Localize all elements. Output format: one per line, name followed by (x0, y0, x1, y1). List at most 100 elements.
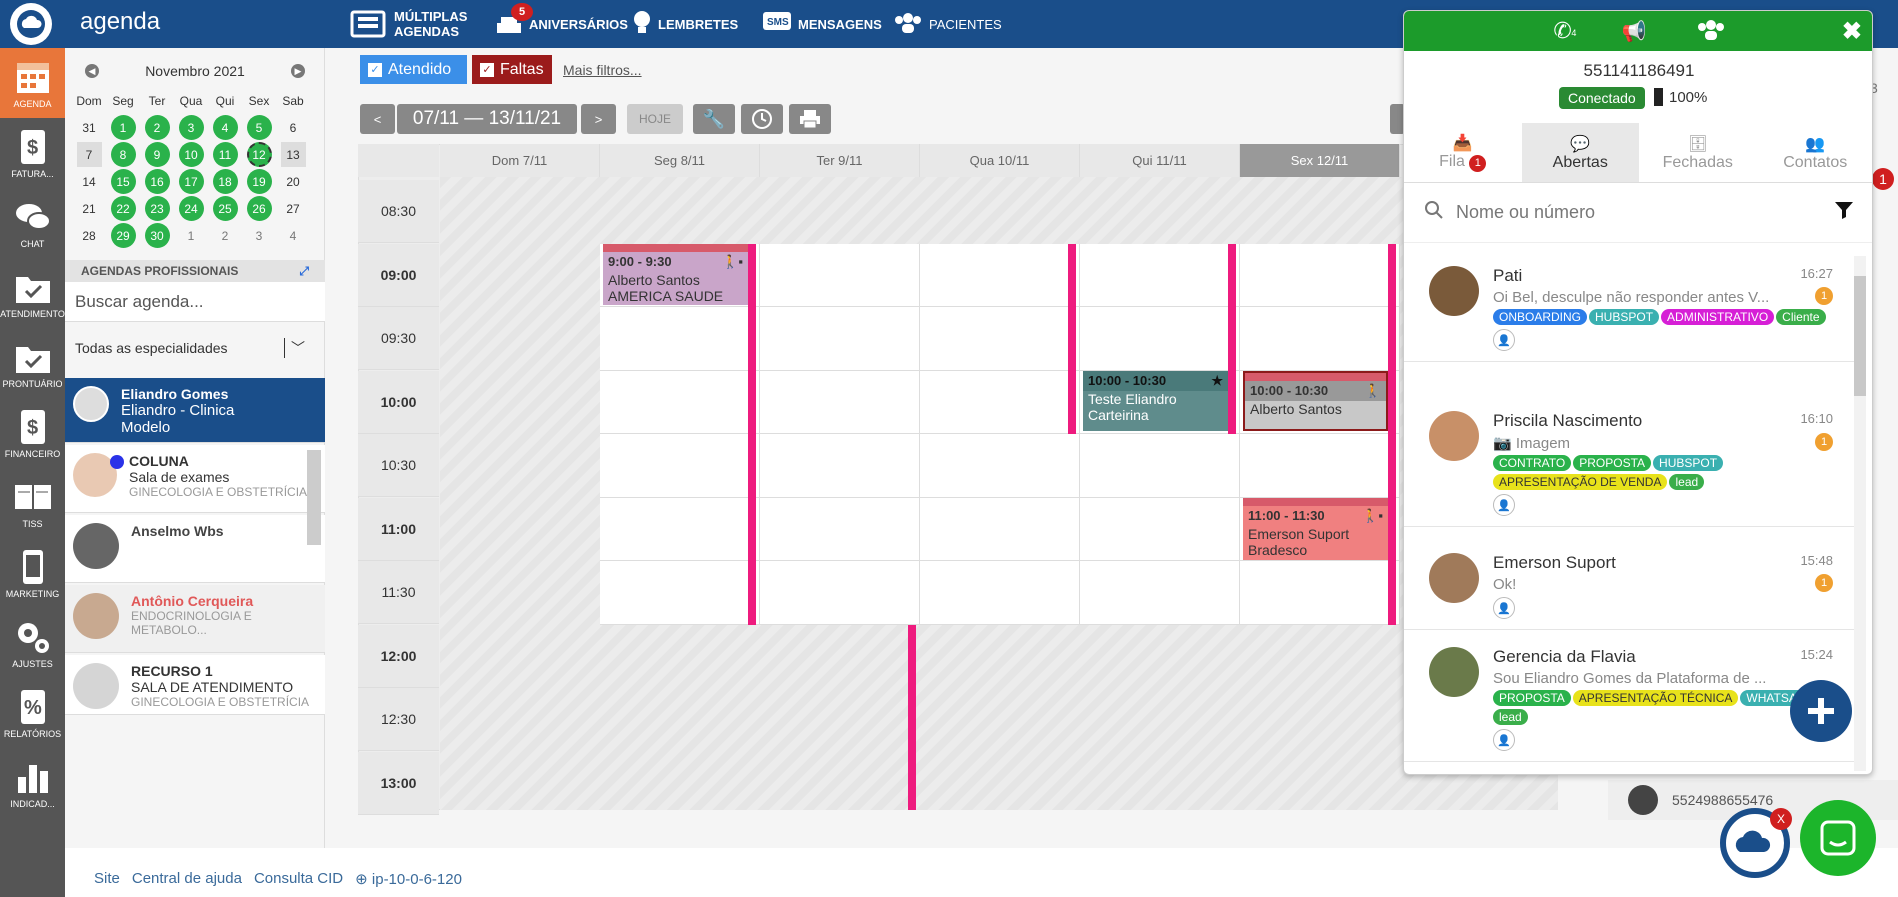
filter-faltas[interactable]: ✓ Faltas (472, 55, 552, 84)
tab-abertas[interactable]: 💬 Abertas (1521, 123, 1639, 182)
calendar-day[interactable]: 7 (72, 141, 106, 168)
wrench-icon[interactable]: 🔧 (693, 104, 735, 134)
day-header[interactable]: Dom 7/11 (440, 144, 600, 177)
chat-item[interactable]: Priscila Nascimento 16:10 📷 Imagem 1 CONTR… (1404, 401, 1854, 527)
time-slot[interactable] (920, 307, 1080, 371)
next-week-button[interactable]: > (581, 104, 616, 134)
sidebar-item-settings[interactable]: AJUSTES (0, 608, 65, 678)
calendar-day[interactable]: 25 (208, 195, 242, 222)
time-slot[interactable] (920, 434, 1080, 498)
chat-search[interactable]: Nome ou número (1404, 183, 1872, 243)
specialty-select[interactable]: Todas as especialidades ﹀ (65, 326, 325, 370)
nav-reminders[interactable]: LEMBRETES (632, 0, 738, 48)
time-slot[interactable] (920, 561, 1080, 625)
whatsapp-icon[interactable]: ✆ 4 (1553, 18, 1576, 44)
time-slot[interactable] (920, 243, 1080, 307)
chat-scrollbar[interactable] (1854, 256, 1866, 771)
calendar-day[interactable]: 3 (242, 222, 276, 249)
prev-week-button[interactable]: < (360, 104, 395, 134)
calendar-day[interactable]: 5 (242, 114, 276, 141)
sidebar-item-billing[interactable]: $ FATURA... (0, 118, 65, 188)
time-slot[interactable] (920, 370, 1080, 434)
time-slot[interactable] (1080, 243, 1240, 307)
calendar-day[interactable]: 9 (140, 141, 174, 168)
calendar-day[interactable]: 30 (140, 222, 174, 249)
time-slot[interactable] (1240, 434, 1400, 498)
agenda-item-selected[interactable]: Eliandro Gomes Eliandro - Clinica Modelo (65, 378, 325, 443)
chat-item[interactable]: Emerson Suport 15:48 Ok! 1 👤 (1404, 543, 1854, 630)
time-slot[interactable] (1240, 307, 1400, 371)
time-slot[interactable] (1240, 561, 1400, 625)
expand-icon[interactable]: ⤢ (299, 264, 309, 279)
calendar-day[interactable]: 4 (276, 222, 310, 249)
time-slot[interactable] (600, 307, 760, 371)
calendar-day[interactable]: 14 (72, 168, 106, 195)
filter-atendido[interactable]: ✓ Atendido (360, 55, 467, 84)
app-logo[interactable] (10, 3, 52, 45)
sidebar-item-attendance[interactable]: ATENDIMENTO (0, 258, 65, 328)
agenda-item[interactable]: RECURSO 1 SALA DE ATENDIMENTO GINECOLOGIA … (65, 655, 325, 715)
appointment[interactable]: 11:00 - 11:30 🚶▪ Emerson Suport Bradesco (1243, 498, 1388, 560)
time-slot[interactable] (760, 561, 920, 625)
sidebar-item-agenda[interactable]: AGENDA (0, 48, 65, 118)
calendar-day[interactable]: 2 (208, 222, 242, 249)
calendar-day[interactable]: 17 (174, 168, 208, 195)
time-slot[interactable] (1240, 243, 1400, 307)
time-slot[interactable] (600, 497, 760, 561)
new-chat-button[interactable] (1790, 680, 1852, 742)
messenger-button[interactable] (1800, 800, 1876, 876)
appointment[interactable]: 9:00 - 9:30 🚶▪ Alberto Santos AMERICA SAU… (603, 244, 748, 305)
calendar-day[interactable]: 12 (242, 141, 276, 168)
calendar-day[interactable]: 19 (242, 168, 276, 195)
chat-item[interactable]: Pati 16:27 Oi Bel, desculpe não responder… (1404, 256, 1854, 362)
nav-patients[interactable]: PACIENTES (893, 0, 1002, 48)
time-slot[interactable] (1080, 561, 1240, 625)
nav-messages[interactable]: SMS MENSAGENS (762, 0, 882, 48)
agenda-item[interactable]: Anselmo Wbs (65, 515, 325, 583)
calendar-day[interactable]: 1 (174, 222, 208, 249)
appointment[interactable]: 10:00 - 10:30 🚶 Alberto Santos (1243, 371, 1388, 431)
calendar-day[interactable]: 22 (106, 195, 140, 222)
close-icon[interactable]: ✖ (1842, 17, 1862, 46)
appointment[interactable]: 10:00 - 10:30 ★ Teste Eliandro Carteirina (1083, 371, 1228, 431)
clock-icon[interactable] (741, 104, 783, 134)
time-slot[interactable] (760, 497, 920, 561)
calendar-day[interactable]: 6 (276, 114, 310, 141)
sidebar-item-tiss[interactable]: TISS (0, 468, 65, 538)
footer-site-link[interactable]: Site (94, 870, 120, 897)
tab-contatos[interactable]: 👥 Contatos (1757, 123, 1873, 182)
calendar-day[interactable]: 3 (174, 114, 208, 141)
calendar-day[interactable]: 26 (242, 195, 276, 222)
time-slot[interactable] (760, 307, 920, 371)
megaphone-icon[interactable]: 📢 (1622, 19, 1647, 44)
calendar-day[interactable]: 4 (208, 114, 242, 141)
calendar-day[interactable]: 21 (72, 195, 106, 222)
sidebar-item-finance[interactable]: $ FINANCEIRO (0, 398, 65, 468)
agenda-list-scrollbar[interactable] (307, 450, 321, 545)
calendar-day[interactable]: 27 (276, 195, 310, 222)
day-header[interactable]: Qua 10/11 (920, 144, 1080, 177)
time-slot[interactable] (1080, 434, 1240, 498)
time-slot[interactable] (760, 370, 920, 434)
tab-fila[interactable]: 📥 Fila 1 (1404, 123, 1522, 182)
day-header[interactable]: Ter 9/11 (760, 144, 920, 177)
time-slot[interactable] (760, 434, 920, 498)
time-slot[interactable] (600, 434, 760, 498)
calendar-day[interactable]: 13 (276, 141, 310, 168)
calendar-day[interactable]: 10 (174, 141, 208, 168)
calendar-day[interactable]: 1 (106, 114, 140, 141)
calendar-day[interactable]: 24 (174, 195, 208, 222)
time-slot[interactable] (600, 370, 760, 434)
calendar-day[interactable]: 18 (208, 168, 242, 195)
calendar-day[interactable]: 16 (140, 168, 174, 195)
cloud-chat-button[interactable]: X (1720, 808, 1792, 878)
calendar-day[interactable]: 2 (140, 114, 174, 141)
sidebar-item-reports[interactable]: % RELATÓRIOS (0, 678, 65, 748)
prev-month-button[interactable]: ◀ (85, 64, 99, 78)
calendar-day[interactable]: 15 (106, 168, 140, 195)
sidebar-item-indicators[interactable]: INDICAD... (0, 748, 65, 818)
agenda-item[interactable]: Antônio Cerqueira ENDOCRINOLOGIA E METABO… (65, 585, 325, 653)
calendar-day[interactable]: 23 (140, 195, 174, 222)
agenda-item[interactable]: COLUNA Sala de exames GINECOLOGIA E OBSTET… (65, 445, 325, 513)
calendar-day[interactable]: 31 (72, 114, 106, 141)
